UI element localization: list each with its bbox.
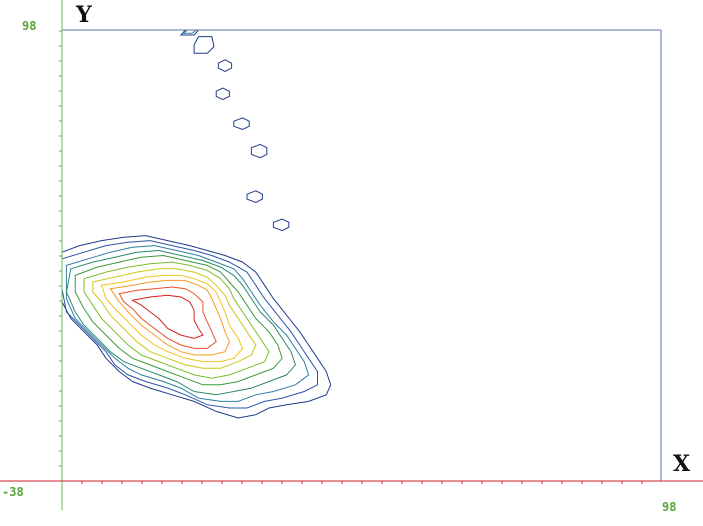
y-max-tick-label: 98 [22,19,36,33]
contour-chart: Y X 98 -38 98 [0,0,703,521]
chart-background [0,0,703,521]
x-max-tick-label: 98 [662,500,676,514]
x-axis-label: X [673,451,691,477]
y-axis-label: Y [75,2,92,28]
origin-tick-label: -38 [2,485,24,499]
contour-plot-svg: Y X 98 -38 98 [0,0,703,521]
